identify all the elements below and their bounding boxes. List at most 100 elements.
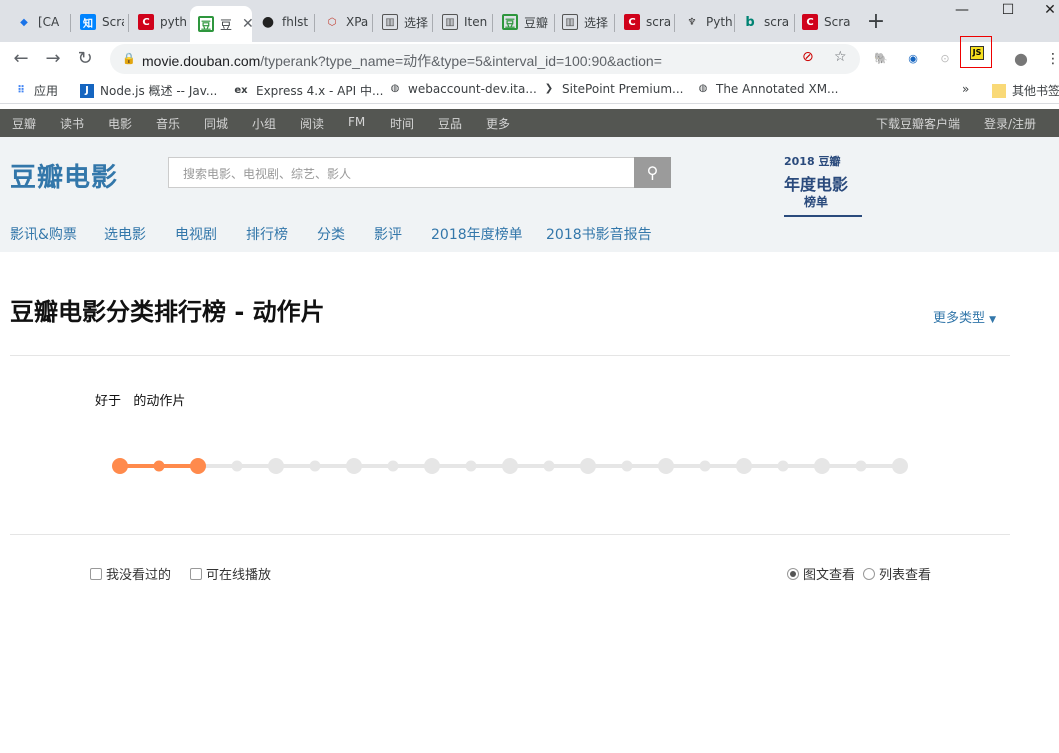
- rating-slider[interactable]: [100, 448, 920, 484]
- slider-stop[interactable]: [892, 458, 908, 474]
- slider-stop[interactable]: [346, 458, 362, 474]
- subnav-tag[interactable]: 分类: [317, 224, 345, 244]
- tab-6[interactable]: ⬡ XPa: [316, 8, 372, 36]
- login-link[interactable]: 登录/注册: [984, 115, 1036, 132]
- close-window-icon[interactable]: ✕: [1040, 2, 1059, 18]
- tab-1[interactable]: ◆ [CA: [8, 8, 66, 36]
- page-title: 豆瓣电影分类排行榜 - 动作片: [10, 298, 325, 326]
- slider-stop[interactable]: [387, 460, 399, 472]
- slider-stop[interactable]: [699, 460, 711, 472]
- slider-handle[interactable]: [112, 458, 128, 474]
- slider-stop[interactable]: [153, 460, 165, 472]
- graphic-view-radio[interactable]: 图文查看: [787, 564, 855, 583]
- slider-stop[interactable]: [231, 460, 243, 472]
- subnav-showtimes[interactable]: 影讯&购票: [10, 224, 77, 244]
- new-tab-button[interactable]: +: [866, 10, 886, 34]
- nav-movie[interactable]: 电影: [108, 115, 132, 132]
- annual-movie-badge[interactable]: 2018 豆瓣 年度电影 榜单: [784, 153, 864, 237]
- github-icon: ●: [261, 14, 275, 30]
- bookmark-annotated[interactable]: ◍ The Annotated XM...: [696, 82, 839, 96]
- search-button[interactable]: ⚲: [634, 157, 671, 188]
- tab-9[interactable]: 豆豆瓣: [494, 8, 552, 36]
- address-bar[interactable]: 🔒 movie.douban.com/typerank?type_name=动作…: [110, 44, 860, 74]
- tab-13[interactable]: b scra: [734, 8, 792, 36]
- slider-stop[interactable]: [502, 458, 518, 474]
- nav-read[interactable]: 阅读: [300, 115, 324, 132]
- tab-douban-active[interactable]: 豆豆 ✕: [190, 6, 252, 42]
- slider-stop[interactable]: [736, 458, 752, 474]
- nav-douban[interactable]: 豆瓣: [12, 115, 36, 132]
- nav-time[interactable]: 时间: [390, 115, 414, 132]
- douban-movie-header: 豆瓣电影 搜索电影、电视剧、综艺、影人 ⚲ 影讯&购票 选电影 电视剧 排行榜 …: [0, 137, 1059, 252]
- close-icon[interactable]: ✕: [242, 16, 252, 32]
- tab-14[interactable]: C Scra: [794, 8, 850, 36]
- slider-stop[interactable]: [777, 460, 789, 472]
- bookmarks-overflow[interactable]: »: [962, 82, 969, 96]
- bookmark-sitepoint[interactable]: ❯ SitePoint Premium...: [542, 82, 684, 96]
- tab-12[interactable]: ♆ Pyth: [676, 8, 732, 36]
- tab-11[interactable]: Cscra: [616, 8, 672, 36]
- slider-stop[interactable]: [855, 460, 867, 472]
- slider-stop[interactable]: [580, 458, 596, 474]
- list-view-radio[interactable]: 列表查看: [863, 564, 931, 583]
- tab-3[interactable]: Cpyth: [130, 8, 188, 36]
- slider-stop[interactable]: [268, 458, 284, 474]
- subnav-tv[interactable]: 电视剧: [175, 224, 217, 244]
- nav-group[interactable]: 小组: [252, 115, 276, 132]
- bookmark-nodejs[interactable]: J Node.js 概述 -- Jav...: [80, 82, 217, 99]
- slider-stop[interactable]: [309, 460, 321, 472]
- more-types-dropdown[interactable]: 更多类型 ▼: [933, 307, 996, 326]
- nav-music[interactable]: 音乐: [156, 115, 180, 132]
- bookmark-other[interactable]: 其他书签: [992, 82, 1059, 99]
- slider-stop[interactable]: [424, 458, 440, 474]
- maximize-icon[interactable]: ☐: [998, 2, 1018, 18]
- film-reel-icon: [784, 215, 862, 231]
- tab-8[interactable]: ▥ Iten: [434, 8, 490, 36]
- blocked-icon[interactable]: ⊘: [802, 49, 814, 65]
- slider-stop[interactable]: [658, 458, 674, 474]
- back-icon[interactable]: ←: [10, 48, 32, 70]
- nav-city[interactable]: 同城: [204, 115, 228, 132]
- tab-5[interactable]: ● fhlst: [252, 8, 310, 36]
- tab-2[interactable]: 知Scra: [72, 8, 124, 36]
- subnav-explore[interactable]: 选电影: [104, 224, 146, 244]
- slider-stop[interactable]: [465, 460, 477, 472]
- search-input[interactable]: 搜索电影、电视剧、综艺、影人: [168, 157, 634, 188]
- subnav-chart[interactable]: 排行榜: [246, 224, 288, 244]
- download-app-link[interactable]: 下载豆瓣客户端: [876, 115, 960, 132]
- ex-icon: ex: [234, 84, 248, 96]
- minimize-icon[interactable]: —: [952, 2, 972, 18]
- nav-more[interactable]: 更多: [486, 115, 510, 132]
- evernote-icon[interactable]: 🐘: [872, 50, 890, 68]
- not-watched-checkbox[interactable]: 我没看过的: [90, 564, 171, 583]
- menu-icon[interactable]: ⋮: [1044, 50, 1059, 68]
- douban-movie-logo[interactable]: 豆瓣电影: [10, 157, 118, 194]
- nav-book[interactable]: 读书: [60, 115, 84, 132]
- playable-checkbox[interactable]: 可在线播放: [190, 564, 271, 583]
- nav-fm[interactable]: FM: [348, 115, 365, 129]
- bookmark-apps[interactable]: ⠿ 应用: [14, 82, 58, 99]
- js-extension-button[interactable]: JS: [960, 36, 992, 68]
- slider-handle[interactable]: [190, 458, 206, 474]
- slider-stop[interactable]: [814, 458, 830, 474]
- extension-icon[interactable]: ◉: [904, 50, 922, 68]
- star-icon[interactable]: ☆: [834, 49, 847, 65]
- slider-stop[interactable]: [621, 460, 633, 472]
- nav-market[interactable]: 豆品: [438, 115, 462, 132]
- subnav-annual-2018[interactable]: 2018年度榜单: [431, 224, 523, 244]
- reload-icon[interactable]: ↻: [74, 48, 96, 70]
- tab-10[interactable]: ▥ 选择: [554, 8, 612, 36]
- bookmark-express[interactable]: ex Express 4.x - API 中...: [232, 82, 383, 99]
- tab-7[interactable]: ▥ 选择: [374, 8, 430, 36]
- forward-icon[interactable]: →: [42, 48, 64, 70]
- browser-tab-strip: ◆[CA 知Scra Cpyth 豆 豆 ✕ ●fhlst ⬡XPa ▥选择 ▥It…: [0, 0, 1059, 42]
- douban-icon: 豆: [198, 16, 214, 32]
- python-icon: ♆: [687, 16, 697, 28]
- subnav-report-2018[interactable]: 2018书影音报告: [546, 224, 652, 244]
- bookmark-webaccount[interactable]: ◍ webaccount-dev.ita...: [388, 82, 537, 96]
- slider-stop[interactable]: [543, 460, 555, 472]
- profile-icon[interactable]: ●: [1012, 50, 1030, 68]
- bing-icon: b: [745, 14, 755, 30]
- extension-icon-2[interactable]: ⊙: [936, 50, 954, 68]
- subnav-review[interactable]: 影评: [374, 224, 402, 244]
